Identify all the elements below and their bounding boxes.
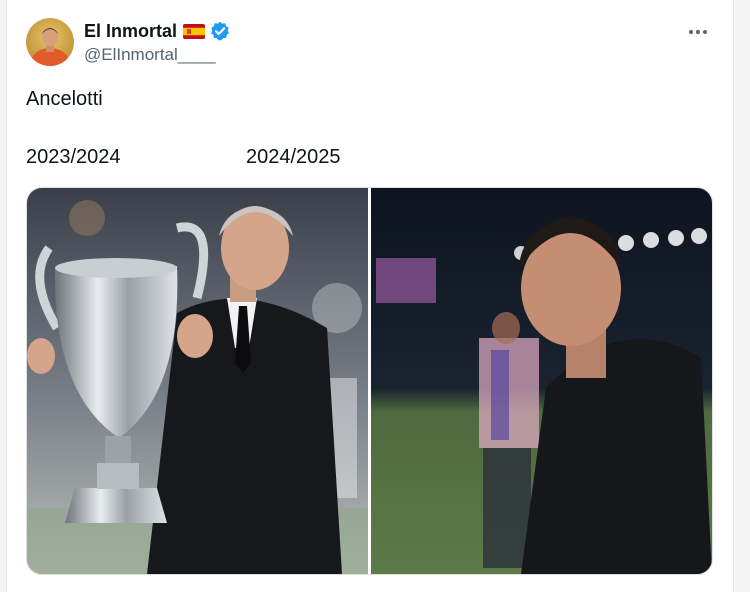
tweet-text-line: Ancelotti bbox=[26, 88, 103, 110]
author-display-name[interactable]: El Inmortal bbox=[84, 21, 177, 42]
author-handle[interactable]: @ElInmortal____ bbox=[84, 45, 216, 65]
photo-man-on-pitch bbox=[371, 188, 712, 574]
avatar-image bbox=[26, 18, 74, 66]
tweet-season-left: 2023/2024 bbox=[26, 146, 121, 168]
author-avatar[interactable] bbox=[26, 18, 74, 66]
tweet-season-right: 2024/2025 bbox=[246, 146, 341, 168]
media-photo-right[interactable] bbox=[371, 188, 712, 574]
more-options-icon[interactable] bbox=[687, 22, 709, 42]
photo-coach-with-trophy bbox=[27, 188, 368, 574]
spain-flag-icon bbox=[183, 23, 206, 39]
verified-badge-icon[interactable] bbox=[210, 21, 230, 41]
tweet-media-grid[interactable] bbox=[26, 187, 713, 575]
tweet-card: El Inmortal @ElInmortal____ Ancelotti 20… bbox=[6, 0, 734, 592]
media-photo-left[interactable] bbox=[27, 188, 368, 574]
author-name-row: El Inmortal bbox=[84, 19, 230, 43]
